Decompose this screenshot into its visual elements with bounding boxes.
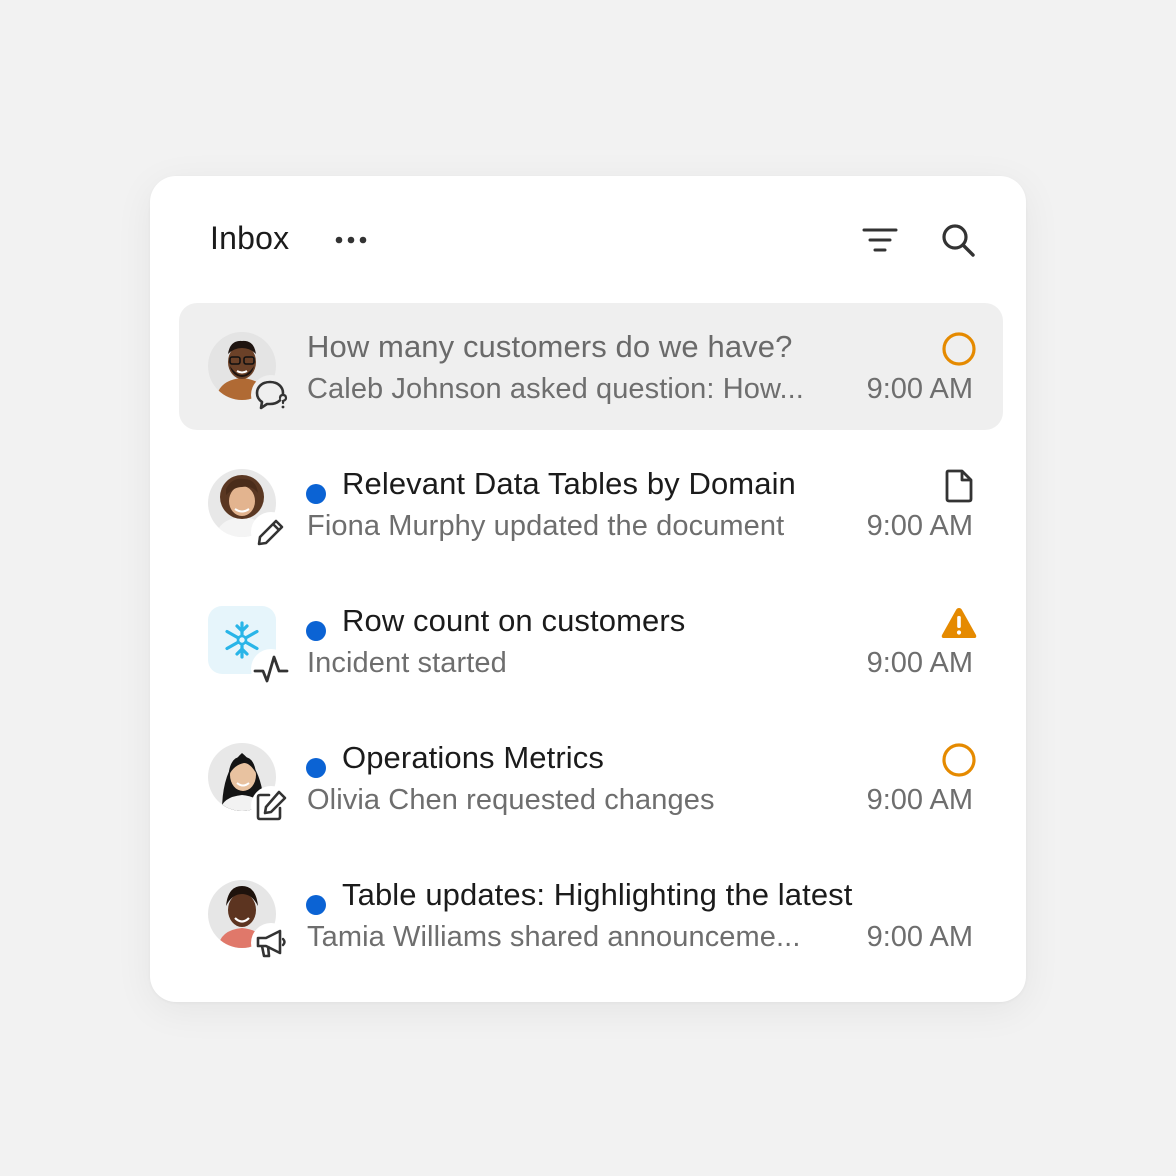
filter-icon xyxy=(862,226,898,254)
search-icon xyxy=(940,222,976,258)
item-title: Row count on customers xyxy=(342,603,686,638)
item-title: How many customers do we have? xyxy=(307,329,793,364)
inbox-item[interactable]: Table updates: Highlighting the latest T… xyxy=(179,851,1003,978)
item-time: 9:00 AM xyxy=(866,921,973,953)
item-title: Relevant Data Tables by Domain xyxy=(342,466,796,501)
pencil-icon xyxy=(255,516,287,548)
inbox-list: How many customers do we have? Caleb Joh… xyxy=(179,303,1003,988)
unread-dot xyxy=(306,758,326,778)
badge xyxy=(251,786,291,826)
status-indicator xyxy=(939,466,979,506)
unread-dot xyxy=(306,895,326,915)
status-circle-icon xyxy=(941,742,977,778)
document-icon xyxy=(944,468,974,504)
status-indicator xyxy=(939,329,979,369)
more-options-button[interactable] xyxy=(328,224,374,256)
badge xyxy=(251,512,291,552)
item-time: 9:00 AM xyxy=(866,784,973,816)
item-time: 9:00 AM xyxy=(866,373,973,405)
inbox-item[interactable]: Relevant Data Tables by Domain Fiona Mur… xyxy=(179,440,1003,567)
unread-dot xyxy=(306,484,326,504)
badge xyxy=(251,649,291,689)
badge xyxy=(251,375,291,415)
item-time: 9:00 AM xyxy=(866,510,973,542)
inbox-item[interactable]: Operations Metrics Olivia Chen requested… xyxy=(179,714,1003,841)
inbox-panel: Inbox How many customers do we have? Cal… xyxy=(150,176,1026,1002)
item-subtitle: Fiona Murphy updated the document xyxy=(307,510,785,542)
item-title: Operations Metrics xyxy=(342,740,604,775)
megaphone-icon xyxy=(254,927,288,959)
edit-square-icon xyxy=(254,789,288,823)
inbox-header: Inbox xyxy=(150,176,1026,304)
item-title: Table updates: Highlighting the latest xyxy=(342,877,853,912)
item-subtitle: Caleb Johnson asked question: How... xyxy=(307,373,804,405)
inbox-item-selected[interactable]: How many customers do we have? Caleb Joh… xyxy=(179,303,1003,430)
filter-button[interactable] xyxy=(858,218,902,262)
status-indicator xyxy=(939,603,979,643)
badge xyxy=(251,923,291,963)
unread-dot xyxy=(306,621,326,641)
item-time: 9:00 AM xyxy=(866,647,973,679)
question-bubble-icon xyxy=(254,378,288,412)
search-button[interactable] xyxy=(936,218,980,262)
activity-pulse-icon xyxy=(253,653,289,685)
warning-triangle-icon xyxy=(940,606,978,640)
inbox-item[interactable]: Row count on customers Incident started … xyxy=(179,577,1003,704)
item-subtitle: Tamia Williams shared announceme... xyxy=(307,921,801,953)
item-subtitle: Incident started xyxy=(307,647,507,679)
item-subtitle: Olivia Chen requested changes xyxy=(307,784,715,816)
inbox-title: Inbox xyxy=(210,220,290,256)
status-indicator xyxy=(939,740,979,780)
more-horizontal-icon xyxy=(334,235,368,245)
status-circle-icon xyxy=(941,331,977,367)
